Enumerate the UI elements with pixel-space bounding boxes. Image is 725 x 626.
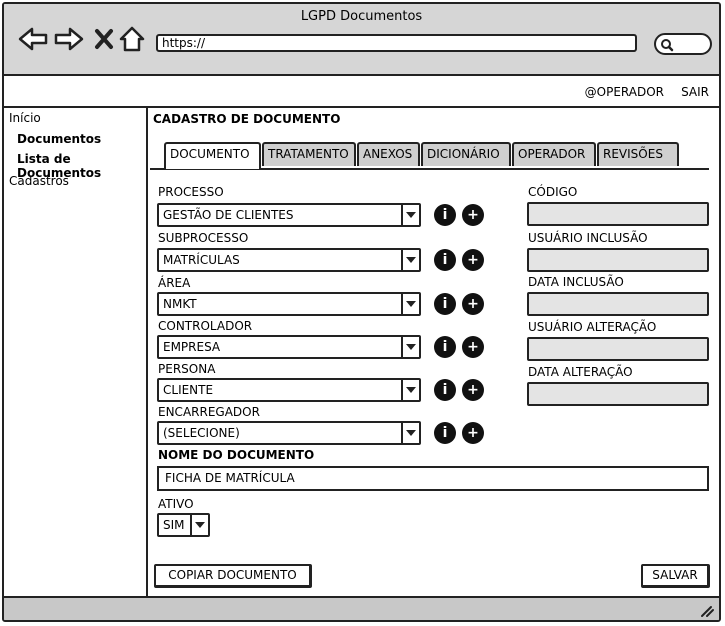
subprocesso-select[interactable]: MATRÍCULAS: [157, 248, 421, 272]
tab-dicionario[interactable]: DICIONÁRIO: [421, 142, 511, 166]
chevron-down-icon[interactable]: [401, 205, 419, 225]
add-icon[interactable]: +: [462, 336, 484, 358]
tab-revisoes[interactable]: REVISÕES: [597, 142, 679, 166]
info-icon[interactable]: i: [434, 422, 456, 444]
active-label: ATIVO: [158, 497, 194, 511]
copy-document-button[interactable]: COPIAR DOCUMENTO: [154, 564, 312, 588]
processo-select[interactable]: GESTÃO DE CLIENTES: [157, 203, 421, 227]
usuario-inclusao-label: USUÁRIO INCLUSÃO: [528, 231, 648, 245]
data-alteracao-label: DATA ALTERAÇÃO: [528, 365, 633, 379]
back-arrow-icon[interactable]: [18, 26, 48, 52]
chevron-down-icon[interactable]: [401, 250, 419, 270]
usuario-inclusao-field[interactable]: [527, 248, 709, 272]
title-bar: LGPD Documentos https://: [4, 4, 719, 76]
add-icon[interactable]: +: [462, 204, 484, 226]
add-icon[interactable]: +: [462, 293, 484, 315]
window-title: LGPD Documentos: [300, 9, 423, 24]
data-inclusao-label: DATA INCLUSÃO: [528, 275, 624, 289]
search-icon: [661, 39, 674, 52]
area-label: ÁREA: [158, 276, 191, 290]
info-icon[interactable]: i: [434, 249, 456, 271]
usuario-alteracao-field[interactable]: [527, 337, 709, 361]
add-icon[interactable]: +: [462, 422, 484, 444]
sidebar-item-home[interactable]: Início: [9, 111, 41, 125]
persona-select[interactable]: CLIENTE: [157, 378, 421, 402]
add-icon[interactable]: +: [462, 379, 484, 401]
chevron-down-icon[interactable]: [190, 515, 208, 535]
tab-tratamento[interactable]: TRATAMENTO: [262, 142, 356, 166]
usuario-alteracao-label: USUÁRIO ALTERAÇÃO: [528, 320, 657, 334]
document-name-input[interactable]: FICHA DE MATRÍCULA: [157, 466, 709, 491]
info-icon[interactable]: i: [434, 336, 456, 358]
info-icon[interactable]: i: [434, 293, 456, 315]
chevron-down-icon[interactable]: [401, 337, 419, 357]
chevron-down-icon[interactable]: [401, 294, 419, 314]
add-icon[interactable]: +: [462, 249, 484, 271]
operator-link[interactable]: @OPERADOR: [585, 85, 664, 99]
tab-documento[interactable]: DOCUMENTO: [164, 142, 261, 169]
persona-label: PERSONA: [158, 362, 216, 376]
forward-arrow-icon[interactable]: [54, 26, 84, 52]
info-icon[interactable]: i: [434, 204, 456, 226]
processo-label: PROCESSO: [158, 185, 224, 199]
tab-anexos[interactable]: ANEXOS: [357, 142, 420, 166]
user-bar: @OPERADOR SAIR: [4, 76, 719, 108]
codigo-label: CÓDIGO: [528, 185, 578, 199]
active-select[interactable]: SIM: [157, 513, 210, 537]
encarregador-select[interactable]: (SELECIONE): [157, 421, 421, 445]
logout-link[interactable]: SAIR: [681, 85, 709, 99]
data-inclusao-field[interactable]: [527, 292, 709, 316]
chevron-down-icon[interactable]: [401, 380, 419, 400]
controlador-label: CONTROLADOR: [158, 319, 253, 333]
subprocesso-label: SUBPROCESSO: [158, 231, 249, 245]
home-icon[interactable]: [119, 26, 145, 52]
controlador-select[interactable]: EMPRESA: [157, 335, 421, 359]
sidebar-item-documents[interactable]: Documentos: [17, 132, 101, 146]
info-icon[interactable]: i: [434, 379, 456, 401]
page-title: CADASTRO DE DOCUMENTO: [153, 112, 341, 126]
save-button[interactable]: SALVAR: [641, 564, 710, 588]
area-select[interactable]: NMKT: [157, 292, 421, 316]
url-field[interactable]: https://: [156, 34, 637, 52]
codigo-field[interactable]: [527, 202, 709, 226]
encarregador-label: ENCARREGADOR: [158, 405, 260, 419]
status-bar: [4, 596, 719, 620]
search-field[interactable]: [654, 33, 712, 55]
chevron-down-icon[interactable]: [401, 423, 419, 443]
sidebar: Início Documentos Lista de Documentos Ca…: [4, 106, 148, 600]
data-alteracao-field[interactable]: [527, 382, 709, 406]
close-icon[interactable]: [94, 26, 114, 52]
tab-operador[interactable]: OPERADOR: [512, 142, 596, 166]
sidebar-item-registers[interactable]: Cadastros: [9, 174, 69, 188]
document-name-label: NOME DO DOCUMENTO: [158, 448, 315, 462]
resize-grip-icon[interactable]: [699, 604, 715, 618]
